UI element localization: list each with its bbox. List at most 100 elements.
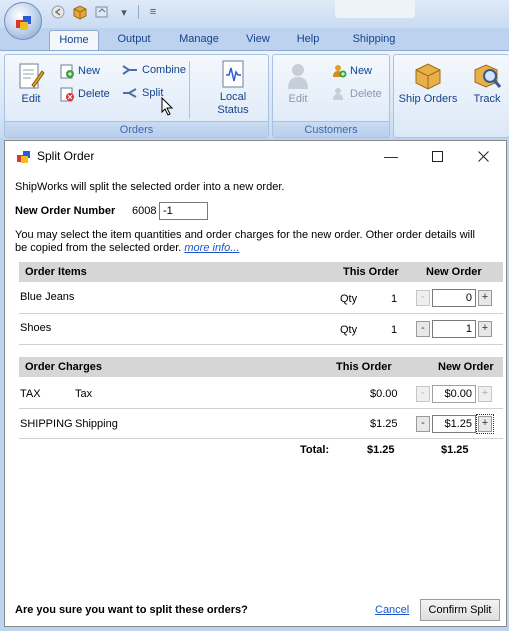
charge-new-order-input[interactable]: $0.00 [432, 385, 476, 403]
tab-manage[interactable]: Manage [172, 30, 226, 50]
close-icon[interactable] [460, 141, 506, 171]
increment-button[interactable]: + [478, 321, 492, 337]
combine-icon [122, 65, 137, 75]
total-label: Total: [300, 444, 330, 456]
row-divider [19, 313, 503, 314]
charge-code: TAX [20, 388, 41, 400]
instructions-line2: be copied from the selected order. more … [15, 242, 239, 254]
delete-customer-icon [333, 88, 343, 100]
total-new-order: $1.25 [441, 444, 469, 456]
track-button[interactable]: Track [468, 61, 506, 105]
order-charges-col-header: Order Charges [25, 361, 103, 373]
ship-orders-label: Ship Orders [398, 93, 458, 105]
track-magnifier-icon [474, 64, 502, 88]
intro-text: ShipWorks will split the selected order … [15, 181, 285, 193]
item-name: Shoes [20, 322, 52, 334]
order-split-button[interactable]: Split [121, 86, 163, 100]
order-number-value: 6008 [132, 205, 157, 217]
order-delete-button[interactable]: Delete [59, 86, 110, 102]
ship-orders-button[interactable]: Ship Orders [398, 61, 458, 105]
charge-this-order: $1.25 [370, 418, 398, 430]
row-divider [19, 344, 503, 345]
order-combine-button[interactable]: Combine [121, 63, 186, 77]
order-combine-label: Combine [142, 64, 187, 76]
delete-document-icon [60, 87, 74, 102]
local-status-button[interactable]: Local Status [204, 59, 262, 117]
cancel-link[interactable]: Cancel [375, 604, 409, 616]
split-order-dialog: Split Order — ShipWorks will split the s… [4, 140, 507, 627]
tab-help[interactable]: Help [288, 30, 328, 50]
charges-this-order-col-header: This Order [336, 361, 392, 373]
charge-name: Shipping [75, 418, 118, 430]
dialog-title: Split Order [37, 149, 95, 163]
charge-new-order-input[interactable]: $1.25 [432, 415, 476, 433]
items-this-order-col-header: This Order [343, 266, 399, 278]
shipworks-logo-icon [17, 151, 30, 163]
customer-edit-button[interactable]: Edit [283, 61, 313, 105]
charge-name: Tax [75, 388, 93, 400]
decrement-button[interactable]: - [416, 416, 430, 432]
charge-code: SHIPPING [20, 418, 73, 430]
customer-new-button[interactable]: New [331, 63, 372, 79]
items-new-order-col-header: New Order [426, 266, 482, 278]
customer-new-label: New [350, 65, 373, 77]
confirm-split-button[interactable]: Confirm Split [420, 599, 500, 621]
qat-separator [138, 5, 139, 19]
sync-icon[interactable] [94, 4, 110, 20]
order-items-header: Order Items This Order New Order [19, 262, 503, 282]
customer-delete-label: Delete [350, 88, 382, 100]
qty-label: Qty [340, 293, 358, 305]
customer-delete-button[interactable]: Delete [331, 86, 382, 102]
orders-group: Edit New Delete Combine Split Local Stat… [4, 54, 269, 138]
application-orb-button[interactable] [4, 2, 42, 40]
order-suffix-input[interactable]: -1 [159, 202, 208, 220]
total-this-order: $1.25 [367, 444, 395, 456]
increment-button[interactable]: + [478, 386, 492, 402]
dropdown-arrow-icon[interactable]: ▾ [116, 4, 132, 20]
instructions-line1: You may select the item quantities and o… [15, 229, 476, 241]
charges-new-order-col-header: New Order [438, 361, 494, 373]
local-status-label: Local Status [217, 91, 249, 116]
increment-button[interactable]: + [478, 290, 492, 306]
ribbon-tab-strip: Home Output Manage View Help Shipping [0, 28, 509, 50]
ribbon-panel: Edit New Delete Combine Split Local Stat… [0, 50, 509, 138]
orders-group-label: Orders [5, 121, 268, 137]
instructions-line2-text: be copied from the selected order. [15, 242, 182, 254]
increment-button[interactable]: + [476, 414, 494, 434]
customers-group: Edit New Delete Customers [272, 54, 390, 138]
order-edit-button[interactable]: Edit [11, 61, 51, 105]
tab-output[interactable]: Output [108, 30, 160, 50]
customer-person-icon [288, 64, 308, 89]
group-divider [189, 61, 190, 119]
order-edit-label: Edit [21, 93, 41, 105]
order-new-button[interactable]: New [59, 63, 100, 79]
decrement-button[interactable]: - [416, 290, 430, 306]
row-divider [19, 408, 503, 409]
window-controls: — [368, 141, 506, 171]
minimize-icon[interactable]: — [368, 141, 414, 171]
maximize-icon[interactable] [414, 141, 460, 171]
decrement-button[interactable]: - [416, 386, 430, 402]
new-order-qty-input[interactable]: 0 [432, 289, 476, 307]
more-info-link[interactable]: more info... [184, 242, 239, 254]
order-delete-label: Delete [78, 88, 110, 100]
status-document-icon [222, 60, 244, 88]
new-customer-icon [333, 65, 347, 78]
customer-edit-label: Edit [288, 93, 308, 105]
new-document-icon [60, 64, 74, 79]
tab-shipping[interactable]: Shipping [345, 30, 403, 50]
decrement-button[interactable]: - [416, 321, 430, 337]
shipworks-logo-icon [16, 16, 31, 30]
order-items-col-header: Order Items [25, 266, 87, 278]
back-icon[interactable] [50, 4, 66, 20]
this-order-qty: 1 [391, 293, 398, 305]
new-order-qty-input[interactable]: 1 [432, 320, 476, 338]
package-icon[interactable] [72, 4, 88, 20]
this-order-qty: 1 [391, 324, 398, 336]
customize-qat-icon[interactable]: ≡ [145, 4, 161, 20]
window-title-pill [335, 0, 415, 18]
new-order-number-label: New Order Number [15, 205, 116, 217]
edit-document-icon [19, 63, 45, 89]
tab-view[interactable]: View [238, 30, 278, 50]
tab-home[interactable]: Home [49, 30, 99, 50]
